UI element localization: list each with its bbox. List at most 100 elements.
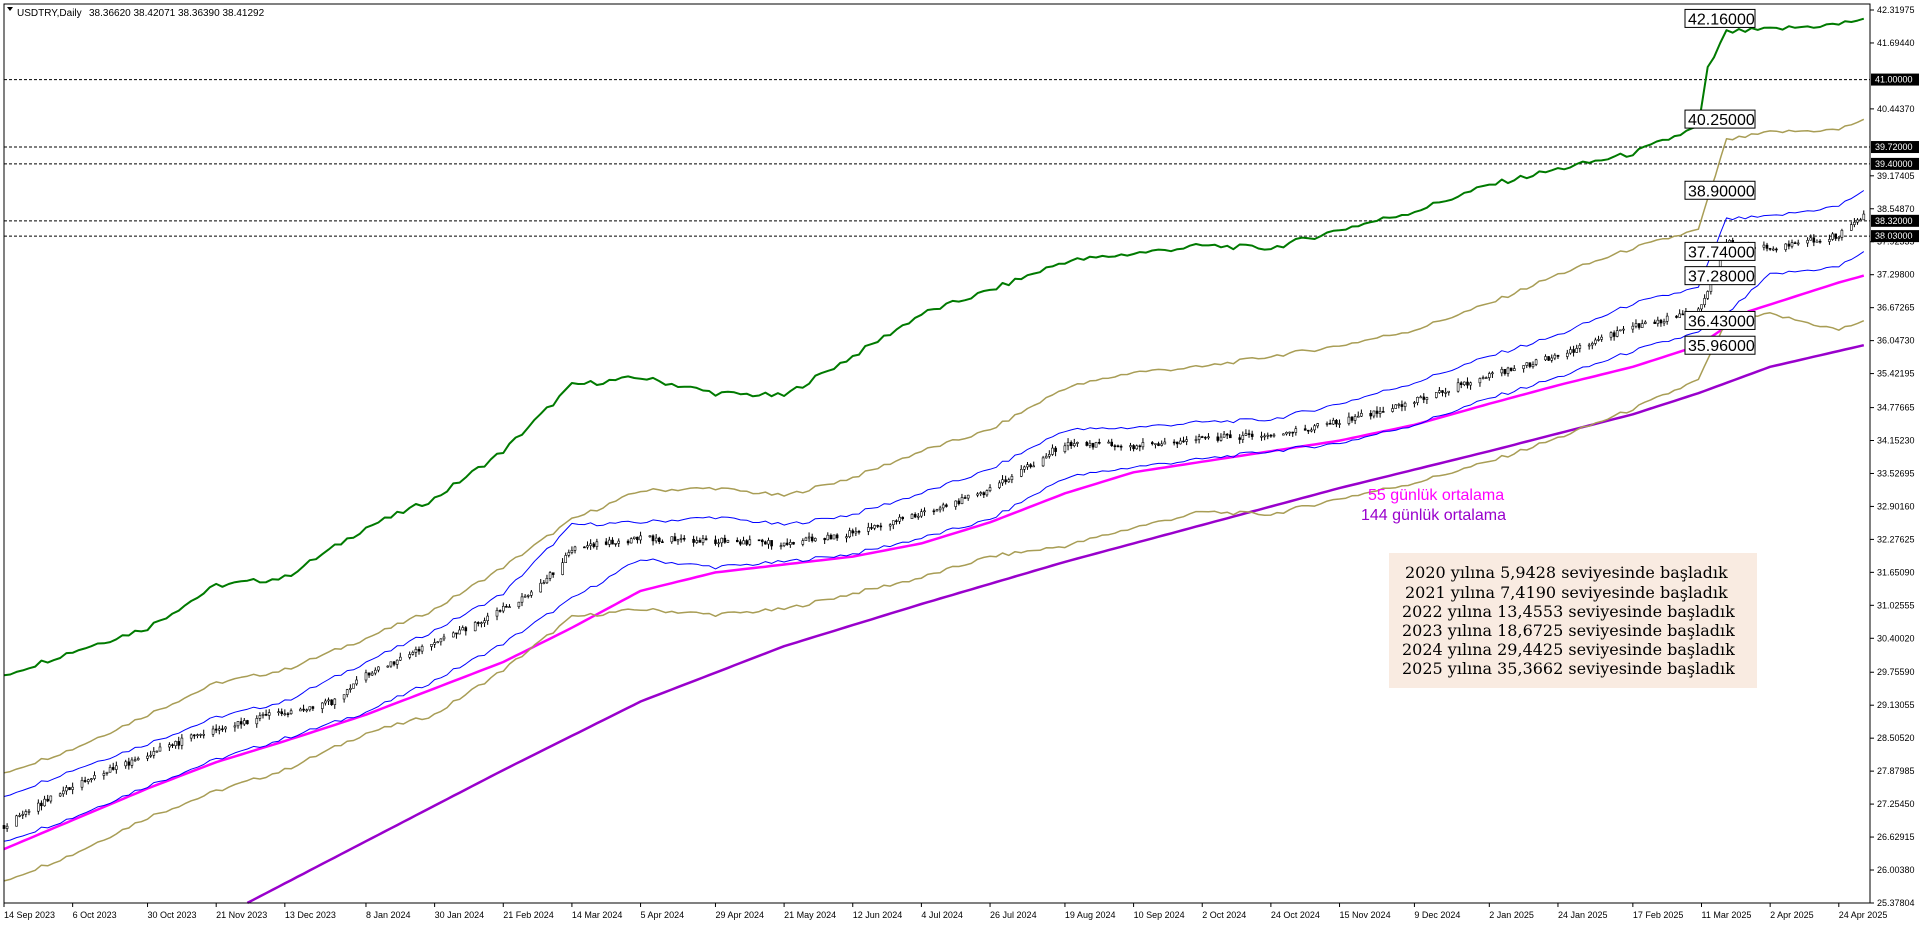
candle-body [199, 734, 202, 736]
candle-body [1041, 457, 1045, 467]
candle-body [1828, 239, 1831, 242]
candle-body [767, 540, 770, 545]
candle-body [177, 741, 180, 746]
candle-body [155, 750, 159, 753]
candle-body [870, 527, 873, 529]
candle-body [476, 622, 480, 624]
candle-body [551, 572, 555, 575]
candle-body [18, 815, 21, 817]
candle-body [714, 539, 717, 544]
candle-body [311, 706, 315, 709]
candle-body [1834, 233, 1837, 239]
level-axis-label: 38.32000 [1875, 216, 1913, 226]
candle-body [639, 535, 642, 541]
y-tick-label: 37.92335 [1877, 237, 1915, 247]
candle-body [71, 786, 74, 790]
candle-body [389, 661, 393, 667]
candle-body [1700, 304, 1703, 310]
candle-body [461, 627, 465, 631]
candle-body [1129, 445, 1132, 448]
candle-body [1853, 221, 1856, 225]
candle-body [670, 536, 674, 543]
candle-body [1285, 431, 1288, 435]
candle-body [801, 540, 805, 545]
candle-body [1850, 224, 1853, 231]
candle-body [1172, 441, 1176, 444]
candle-body [636, 536, 639, 541]
candle-body [1222, 433, 1226, 438]
candle-body [1659, 319, 1663, 324]
candle-body [888, 524, 892, 527]
candle-body [785, 542, 789, 545]
candle-body [832, 534, 836, 540]
candle-body [1332, 419, 1335, 425]
y-tick-label: 36.04730 [1877, 336, 1915, 346]
candle-body [90, 778, 93, 780]
candle-body [608, 539, 611, 545]
candle-body [495, 610, 499, 617]
candle-body [345, 689, 349, 695]
year-start-note: 2020 yılına 5,9428 seviyesinde başladık … [1389, 553, 1757, 688]
candle-body [1154, 443, 1157, 445]
y-tick-label: 30.40020 [1877, 633, 1915, 643]
candle-body [1419, 396, 1422, 399]
candle-body [960, 497, 964, 504]
candle-body [1503, 368, 1507, 374]
candle-body [1466, 381, 1469, 386]
candle-body [193, 734, 196, 737]
candle-body [564, 555, 568, 564]
candle-body [739, 541, 742, 545]
candle-body [1310, 429, 1313, 432]
candle-body [1085, 441, 1089, 446]
candle-body [433, 642, 436, 645]
candle-body [87, 779, 90, 782]
candle-body [1706, 291, 1709, 299]
candle-body [1353, 416, 1357, 421]
candle-body [1063, 445, 1067, 452]
level-axis-label: 41.00000 [1875, 75, 1913, 85]
candle-body [810, 536, 814, 542]
candle-body [1360, 412, 1363, 417]
candle-body [115, 765, 118, 770]
x-tick-label: 21 Nov 2023 [216, 910, 267, 920]
candle-body [133, 759, 137, 762]
candle-body [517, 601, 521, 608]
candle-body [1456, 382, 1460, 392]
candle-body [1653, 321, 1656, 324]
candle-body [1076, 441, 1079, 444]
candle-body [289, 710, 293, 714]
candle-body [1357, 415, 1360, 418]
y-tick-label: 40.44370 [1877, 104, 1915, 114]
candle-body [583, 546, 586, 549]
y-tick-label: 34.15230 [1877, 436, 1915, 446]
candle-body [1534, 359, 1538, 365]
candle-body [704, 538, 708, 541]
y-tick-label: 28.50520 [1877, 733, 1915, 743]
candle-body [542, 582, 546, 585]
candle-body [233, 725, 237, 728]
candle-body [982, 492, 986, 496]
candle-body [305, 709, 309, 712]
candle-body [171, 744, 174, 747]
level-axis-label: 39.72000 [1875, 142, 1913, 152]
x-tick-label: 24 Apr 2025 [1839, 910, 1888, 920]
candle-body [1391, 408, 1394, 412]
candle-body [954, 500, 958, 507]
candle-body [93, 775, 96, 779]
candle-body [1260, 435, 1263, 438]
candle-body [976, 493, 979, 496]
candle-body [1197, 436, 1201, 440]
candle-body [286, 713, 290, 716]
x-tick-label: 24 Oct 2024 [1271, 910, 1320, 920]
chart-header: USDTRY,Daily 38.36620 38.42071 38.36390 … [7, 7, 265, 19]
candle-body [1216, 436, 1220, 441]
candle-body [626, 540, 630, 544]
candle-body [1544, 356, 1547, 361]
candle-body [1250, 433, 1254, 437]
candle-body [1513, 368, 1516, 372]
candle-body [823, 538, 827, 541]
candle-body [1566, 352, 1569, 357]
candle-body [283, 713, 287, 716]
usdtry-chart: 41.0000039.7200039.4000038.3200038.03000… [0, 0, 1920, 927]
note-line-2023: 2023 yılına 18,6725 seviyesinde başladık [1402, 621, 1735, 640]
